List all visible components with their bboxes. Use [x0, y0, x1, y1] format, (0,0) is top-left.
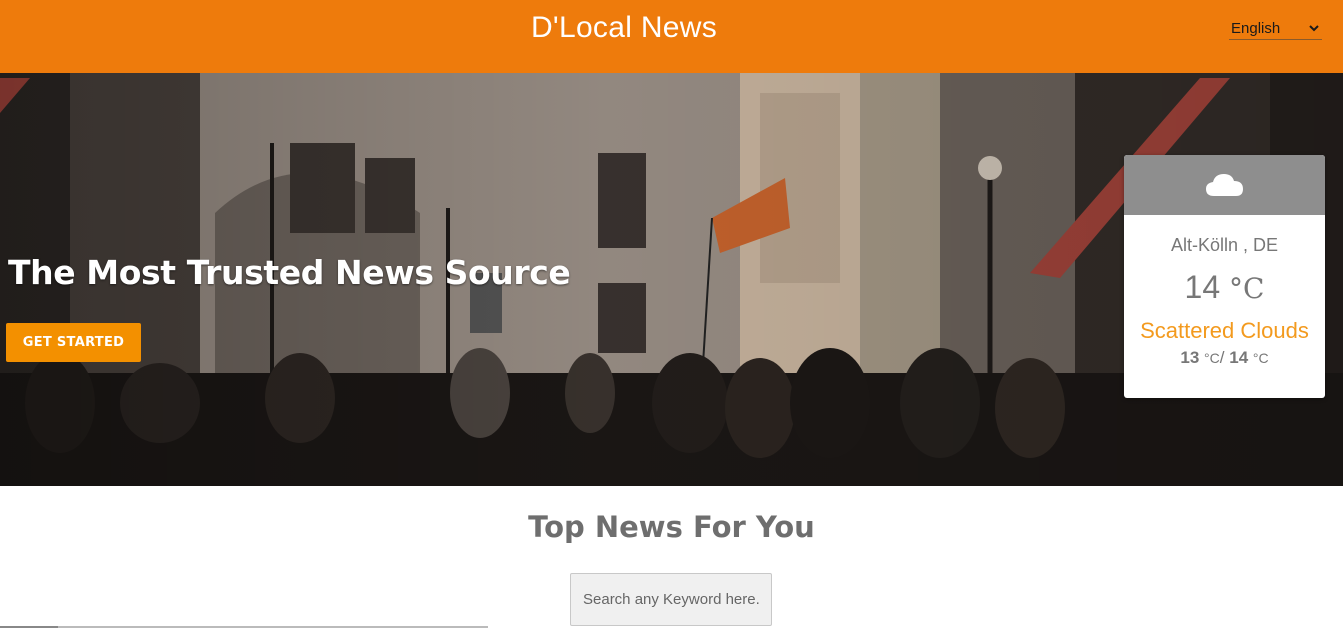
weather-max-unit: °C [1252, 350, 1269, 366]
weather-temperature-unit: °C [1229, 272, 1265, 305]
top-news-heading: Top News For You [528, 510, 815, 544]
weather-card: Alt-Kölln , DE 14 °C Scattered Clouds 13… [1124, 155, 1325, 398]
weather-min-max: 13 °C/ 14 °C [1124, 348, 1325, 368]
chevron-down-icon [1309, 25, 1319, 32]
weather-min-unit: °C [1204, 350, 1220, 366]
top-navbar: D'Local News English [0, 0, 1343, 73]
weather-temperature: 14 °C [1124, 269, 1325, 306]
weather-max-value: 14 [1229, 348, 1249, 367]
weather-card-header [1124, 155, 1325, 215]
cloud-icon [1205, 174, 1243, 196]
weather-temperature-value: 14 [1184, 269, 1221, 305]
hero-headline: The Most Trusted News Source [8, 253, 571, 292]
language-select-value: English [1231, 19, 1281, 37]
get-started-button[interactable]: GET STARTED [6, 323, 141, 362]
language-select[interactable]: English [1229, 17, 1322, 40]
weather-location: Alt-Kölln , DE [1170, 235, 1279, 255]
weather-range-separator: / [1219, 348, 1225, 367]
keyword-search-input[interactable] [570, 573, 772, 626]
weather-min-value: 13 [1180, 348, 1200, 367]
site-brand-title[interactable]: D'Local News [0, 11, 1248, 45]
weather-description: Scattered Clouds [1140, 318, 1309, 343]
